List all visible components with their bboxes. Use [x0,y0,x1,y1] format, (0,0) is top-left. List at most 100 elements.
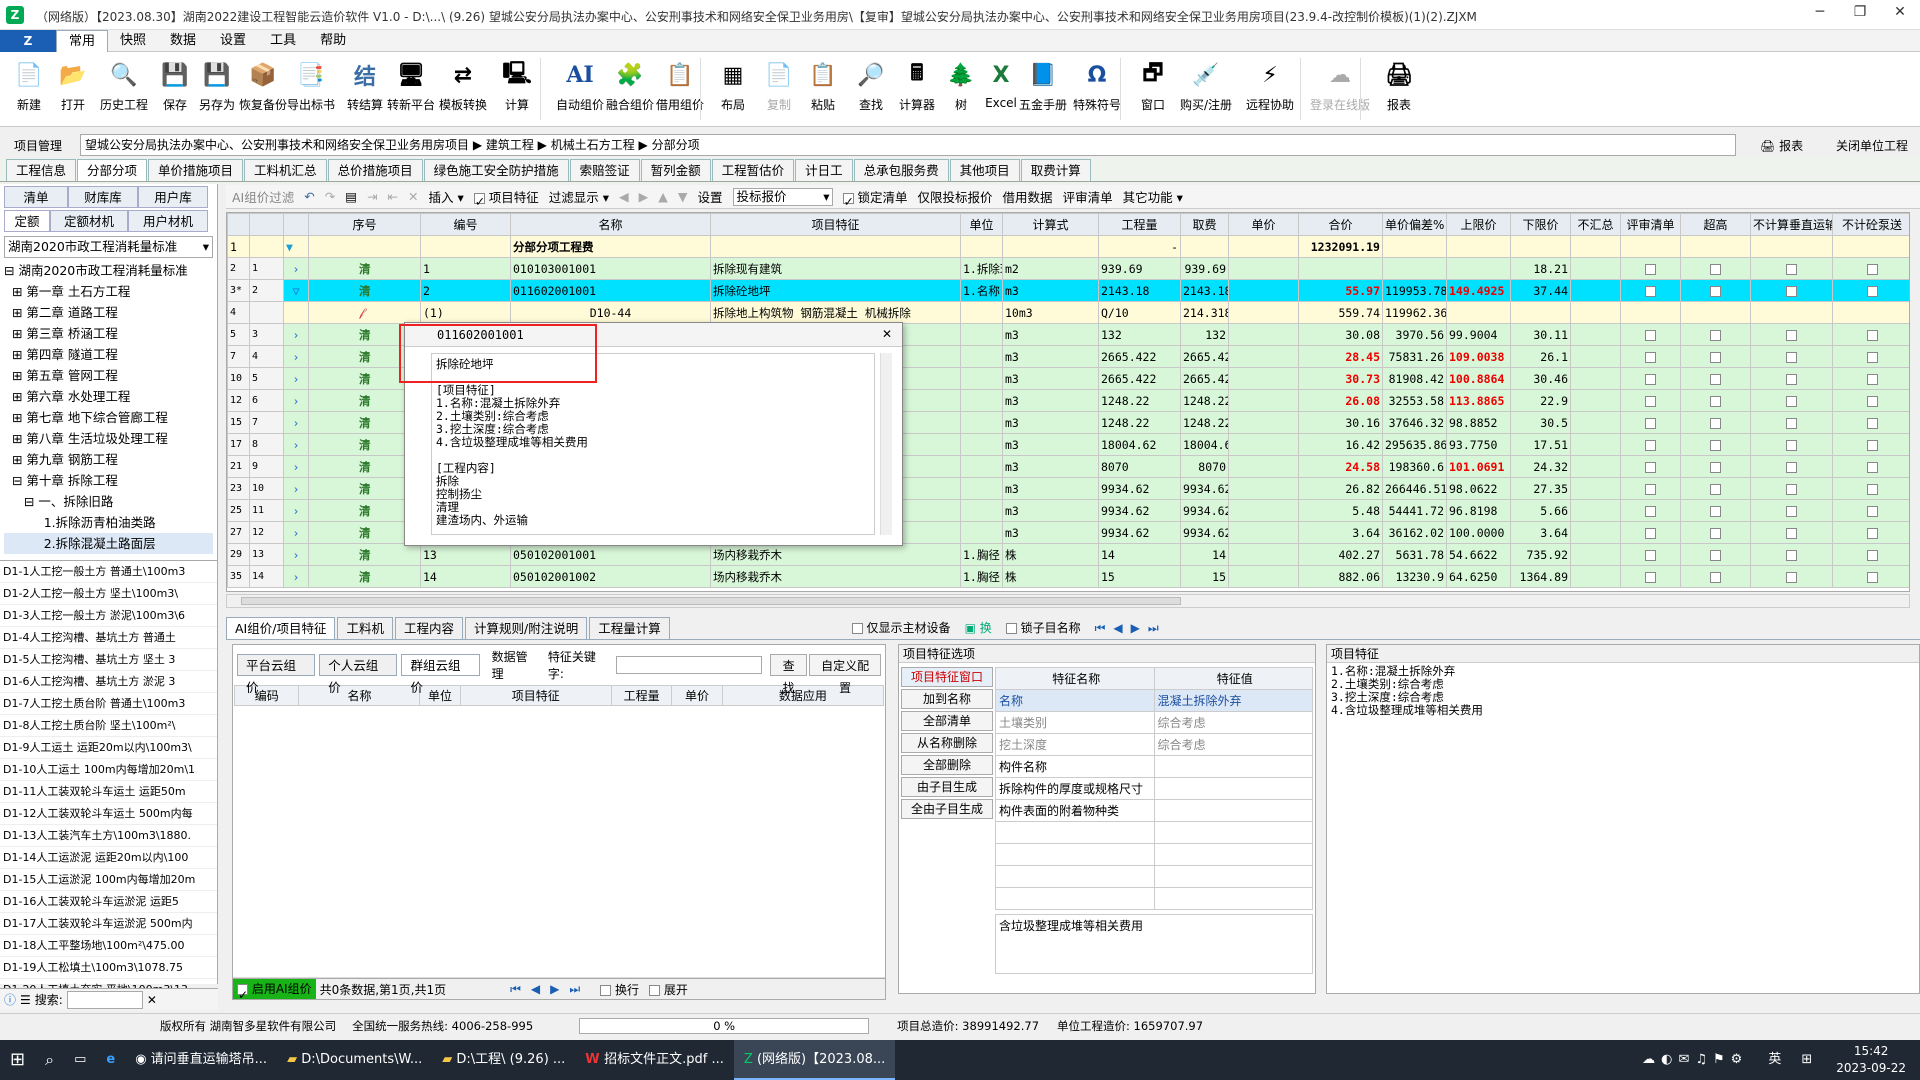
cell[interactable]: 场内移栽乔木 [710,565,961,588]
checkbox-icon[interactable] [1786,571,1797,583]
tree-item[interactable]: ⊞ 第一章 土石方工程 [4,281,213,302]
tree-item[interactable]: ⊞ 第五章 管网工程 [4,365,213,386]
cell[interactable] [960,411,1003,434]
cell[interactable]: 1364.89 [1510,565,1571,588]
cell[interactable]: 14 [1180,543,1229,566]
cell[interactable]: 拆除地上构筑物 钢筋混凝土 机械拆除 [710,301,961,324]
cell[interactable] [960,367,1003,390]
cell[interactable]: 3.64 [1298,521,1383,544]
quota-list[interactable]: D1-1人工挖一般土方 普通土\100m3 D1-2人工挖一般土方 坚土\100m… [0,560,217,1006]
tab-finance-lib[interactable]: 财库库 [68,186,138,208]
cell[interactable]: 2665.422 [1098,345,1181,368]
column-header[interactable]: 工程量 [1098,213,1181,236]
cell[interactable]: 24.32 [1510,455,1571,478]
ribbon-remote-help-button[interactable]: ⚡ 远程协助 [1238,58,1302,113]
ribbon-copy-button[interactable]: 📄 复制 [754,58,804,113]
cell[interactable]: 17.51 [1510,433,1571,456]
filter-show-button[interactable]: 过滤显示 ▾ [549,187,609,206]
column-header[interactable]: 工程量 [610,685,673,706]
cell[interactable]: 113.8865 [1446,389,1511,412]
indent-icon[interactable]: ⇥ [367,189,377,204]
cell[interactable]: 30.16 [1298,411,1383,434]
cell[interactable]: 13 [420,543,511,566]
cell[interactable] [1510,301,1571,324]
table-row[interactable]: 4 𝒻 (1) D10-44 拆除地上构筑物 钢筋混凝土 机械拆除 10m3 Q/10 214… [227,301,1909,324]
cell[interactable]: 26.82 [1298,477,1383,500]
tab-8[interactable]: 工程暂估价 [711,159,795,181]
tab-quantity-calc[interactable]: 工程量计算 [589,617,670,639]
ribbon-layout-button[interactable]: ▦ 布局 [708,58,758,113]
standard-select[interactable]: 湖南2020市政工程消耗量标准 ▾ [4,236,213,258]
only-bid-button[interactable]: 仅限投标报价 [918,187,993,206]
borrow-data-button[interactable]: 借用数据 [1003,187,1053,206]
tree-item[interactable]: ⊟ 第十章 拆除工程 [4,470,213,491]
ribbon-template-convert-button[interactable]: ⇄ 模板转换 [438,58,488,113]
tab-calc-rules[interactable]: 计算规则/附注说明 [464,617,588,639]
tab-work-content[interactable]: 工程内容 [394,617,463,639]
cell[interactable] [960,301,1003,324]
cell[interactable]: 1248.22 [1098,411,1181,434]
cell[interactable] [960,455,1003,478]
cell[interactable]: 14 [420,565,511,588]
wrap-toggle[interactable]: 换行 [600,981,639,998]
quota-tree[interactable]: ⊟ 湖南2020市政工程消耗量标准 ⊞ 第一章 土石方工程 ⊞ 第二章 道路工程… [4,260,213,560]
edge-browser-icon[interactable]: e [96,1040,125,1080]
checkbox-icon[interactable] [1710,527,1721,539]
ribbon-find-button[interactable]: 🔎 查找 [846,58,896,113]
cell[interactable]: 75831.26 [1382,345,1447,368]
cell[interactable]: 1248.22 [1180,389,1229,412]
cell[interactable]: 8070 [1180,455,1229,478]
tab-1[interactable]: 分部分项 [77,159,148,181]
cell[interactable]: m3 [1002,455,1099,478]
cell[interactable]: m3 [1002,279,1099,302]
tab-10[interactable]: 总承包服务费 [853,159,949,181]
checkbox-icon[interactable] [1866,461,1878,473]
quota-item[interactable]: D1-9人工运土 运距20m以内\100m3\ [0,737,217,759]
cell[interactable]: 735.92 [1510,543,1571,566]
cell[interactable]: m3 [1002,323,1099,346]
taskbar-item-documents[interactable]: ▰ D:\Documents\W... [277,1040,432,1080]
ribbon-calculate-button[interactable]: 🖳 计算 [492,58,542,113]
list-icon[interactable]: ☰ [20,993,31,1007]
ribbon-buy-register-button[interactable]: 💉 购买/注册 [1174,58,1238,113]
column-header[interactable]: 项目特征 [459,685,612,706]
column-header[interactable]: 编码 [233,685,300,706]
checkbox-icon[interactable] [1710,571,1721,583]
cell[interactable]: 9934.62 [1180,477,1229,500]
checkbox-icon[interactable] [1645,549,1656,561]
grid-hscrollbar[interactable] [226,594,1910,608]
quota-item[interactable]: D1-1人工挖一般土方 普通土\100m3 [0,561,217,583]
feature-action-button[interactable]: 全部清单 [901,711,993,731]
feature-value-cell[interactable] [1153,799,1313,822]
tab-labor-material[interactable]: 工料机 [337,617,393,639]
checkbox-icon[interactable] [1866,417,1878,429]
checkbox-icon[interactable] [1786,527,1797,539]
cell[interactable]: 8070 [1098,455,1181,478]
cell[interactable]: 101.0691 [1446,455,1511,478]
checkbox-icon[interactable] [1866,395,1878,407]
ribbon-report-button[interactable]: 🖨 报表 [1374,58,1424,113]
checkbox-icon[interactable] [1786,439,1797,451]
cell[interactable]: 100.8864 [1446,367,1511,390]
ribbon-omega-button[interactable]: Ω 特殊符号 [1072,58,1122,113]
settings-button[interactable]: 设置 [698,187,723,206]
menu-settings[interactable]: 设置 [208,30,258,52]
checkbox-icon[interactable] [1645,285,1656,297]
outdent-icon[interactable]: ⇤ [388,189,398,204]
checkbox-icon[interactable] [1710,395,1721,407]
cell[interactable]: 32553.58 [1382,389,1447,412]
close-button[interactable]: ✕ [1880,4,1920,26]
arrow-down-icon[interactable]: ▼ [678,189,688,204]
search-input[interactable] [66,990,143,1009]
cell[interactable]: 27.35 [1510,477,1571,500]
cell[interactable]: 2 [420,279,511,302]
header-corner[interactable] [227,213,250,236]
feature-column-header[interactable]: 特征值 [1153,667,1313,690]
feature-value-cell[interactable] [1153,777,1313,800]
cell[interactable]: m3 [1002,477,1099,500]
column-header[interactable]: 名称 [298,685,421,706]
cell[interactable]: 1.名称:混凝土拆除外弃 [960,279,1003,302]
cell[interactable]: m2 [1002,257,1099,280]
delete-icon[interactable]: ✕ [408,189,418,204]
header-blank[interactable] [249,213,284,236]
